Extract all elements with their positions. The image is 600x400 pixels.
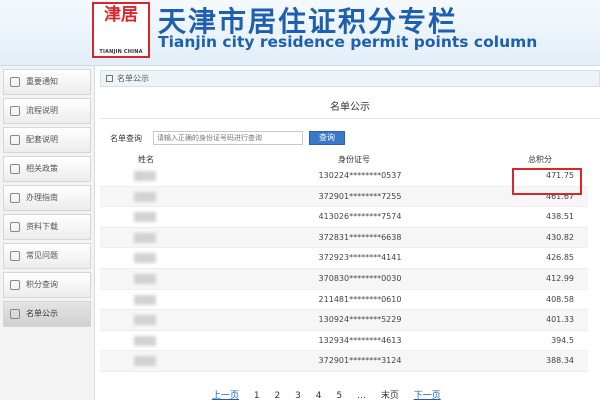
site-title-english: Tianjin city residence permit points col… <box>158 33 538 51</box>
sidebar-item-faq[interactable]: 常见问题 <box>3 243 91 269</box>
table-row: 372901********3124 388.34 <box>100 351 588 372</box>
search-label: 名单查询 <box>110 134 142 143</box>
points-cell: 438.51 <box>546 212 574 222</box>
id-cell: 130924********5229 <box>318 315 402 325</box>
header-banner: 津居 TIANJIN CHINA 天津市居住证积分专栏 Tianjin city… <box>0 0 600 66</box>
page-link-1[interactable]: 1 <box>254 391 260 400</box>
question-icon <box>10 251 20 261</box>
guide-icon <box>10 193 20 203</box>
breadcrumb-icon <box>106 75 113 82</box>
id-cell: 413026********7574 <box>318 212 402 222</box>
breadcrumb-label: 名单公示 <box>117 74 149 83</box>
points-cell: 408.58 <box>546 294 574 304</box>
table-row: 372831********6638 430.82 <box>100 227 588 249</box>
sidebar-item-label: 积分查询 <box>26 280 58 289</box>
sidebar-item-label: 常见问题 <box>26 251 58 260</box>
sidebar-item-supporting[interactable]: 配套说明 <box>3 127 91 153</box>
id-cell: 372923********4141 <box>318 253 402 263</box>
name-redacted <box>134 253 156 264</box>
id-search-input[interactable] <box>153 131 303 145</box>
page-link-4[interactable]: 4 <box>316 391 322 400</box>
sidebar: 重要通知 流程说明 配套说明 相关政策 办理指南 资料下载 常见问题 积分查询 … <box>0 66 95 400</box>
policy-icon <box>10 164 20 174</box>
page: 津居 TIANJIN CHINA 天津市居住证积分专栏 Tianjin city… <box>0 0 600 400</box>
last-page-link[interactable]: 末页 <box>381 388 399 400</box>
sidebar-item-label: 名单公示 <box>26 309 58 318</box>
header-points: 总积分 <box>528 155 552 164</box>
table-row: 132934********4613 394.5 <box>100 331 588 352</box>
breadcrumb: 名单公示 <box>100 70 600 87</box>
name-redacted <box>134 294 156 305</box>
logo: 津居 TIANJIN CHINA <box>92 2 150 58</box>
sidebar-item-list-publication[interactable]: 名单公示 <box>3 301 91 327</box>
name-redacted <box>134 356 156 367</box>
sidebar-item-policies[interactable]: 相关政策 <box>3 156 91 182</box>
header-id: 身份证号 <box>338 155 370 164</box>
pagination: 上一页 1 2 3 4 5 … 末页 下一页 <box>212 388 453 400</box>
name-redacted <box>134 212 156 223</box>
logo-subtext: TIANJIN CHINA <box>99 49 143 55</box>
download-icon <box>10 222 20 232</box>
sidebar-item-notices[interactable]: 重要通知 <box>3 69 91 95</box>
sidebar-item-process[interactable]: 流程说明 <box>3 98 91 124</box>
table-header: 姓名 身份证号 总积分 <box>100 153 588 166</box>
highlight-box <box>512 168 582 195</box>
header-name: 姓名 <box>138 155 154 164</box>
id-cell: 370830********0030 <box>318 273 402 283</box>
table-row: 413026********7574 438.51 <box>100 207 588 228</box>
id-cell: 132934********4613 <box>318 335 402 345</box>
points-cell: 426.85 <box>546 253 574 263</box>
sidebar-item-label: 重要通知 <box>26 77 58 86</box>
list-title: 名单公示 <box>330 102 370 113</box>
table-row: 372923********4141 426.85 <box>100 248 588 269</box>
points-cell: 430.82 <box>546 232 574 242</box>
name-redacted <box>134 335 156 346</box>
table-row: 130924********5229 401.33 <box>100 310 588 331</box>
points-cell: 412.99 <box>546 273 574 283</box>
name-redacted <box>134 232 156 243</box>
sidebar-item-label: 资料下载 <box>26 222 58 231</box>
points-cell: 401.33 <box>546 315 574 325</box>
sidebar-item-label: 办理指南 <box>26 193 58 202</box>
sidebar-item-downloads[interactable]: 资料下载 <box>3 214 91 240</box>
notice-icon <box>10 77 20 87</box>
name-redacted <box>134 273 156 284</box>
page-link-5[interactable]: 5 <box>336 391 342 400</box>
sidebar-item-label: 相关政策 <box>26 164 58 173</box>
id-cell: 372901********7255 <box>318 191 402 201</box>
table-row: 370830********0030 412.99 <box>100 268 588 290</box>
sidebar-item-guide[interactable]: 办理指南 <box>3 185 91 211</box>
name-redacted <box>134 315 156 326</box>
page-link-2[interactable]: 2 <box>275 391 281 400</box>
sidebar-item-label: 流程说明 <box>26 106 58 115</box>
table-row: 211481********0610 408.58 <box>100 290 588 311</box>
page-link-3[interactable]: 3 <box>295 391 301 400</box>
points-cell: 394.5 <box>551 335 574 345</box>
process-icon <box>10 106 20 116</box>
points-cell: 388.34 <box>546 356 574 366</box>
logo-text: 津居 <box>104 5 138 25</box>
page-ellipsis: … <box>356 391 366 400</box>
list-icon <box>10 309 20 319</box>
next-page-link[interactable]: 下一页 <box>414 388 441 400</box>
sidebar-item-points-query[interactable]: 积分查询 <box>3 272 91 298</box>
name-redacted <box>134 171 156 181</box>
id-cell: 372831********6638 <box>318 232 402 242</box>
id-cell: 130224********0537 <box>318 171 402 180</box>
name-redacted <box>134 191 156 202</box>
id-cell: 372901********3124 <box>318 356 402 366</box>
prev-page-link[interactable]: 上一页 <box>212 388 239 400</box>
search-icon <box>10 280 20 290</box>
document-icon <box>10 135 20 145</box>
divider <box>100 118 600 119</box>
sidebar-item-label: 配套说明 <box>26 135 58 144</box>
id-cell: 211481********0610 <box>318 294 402 304</box>
search-button[interactable]: 查询 <box>309 131 345 145</box>
